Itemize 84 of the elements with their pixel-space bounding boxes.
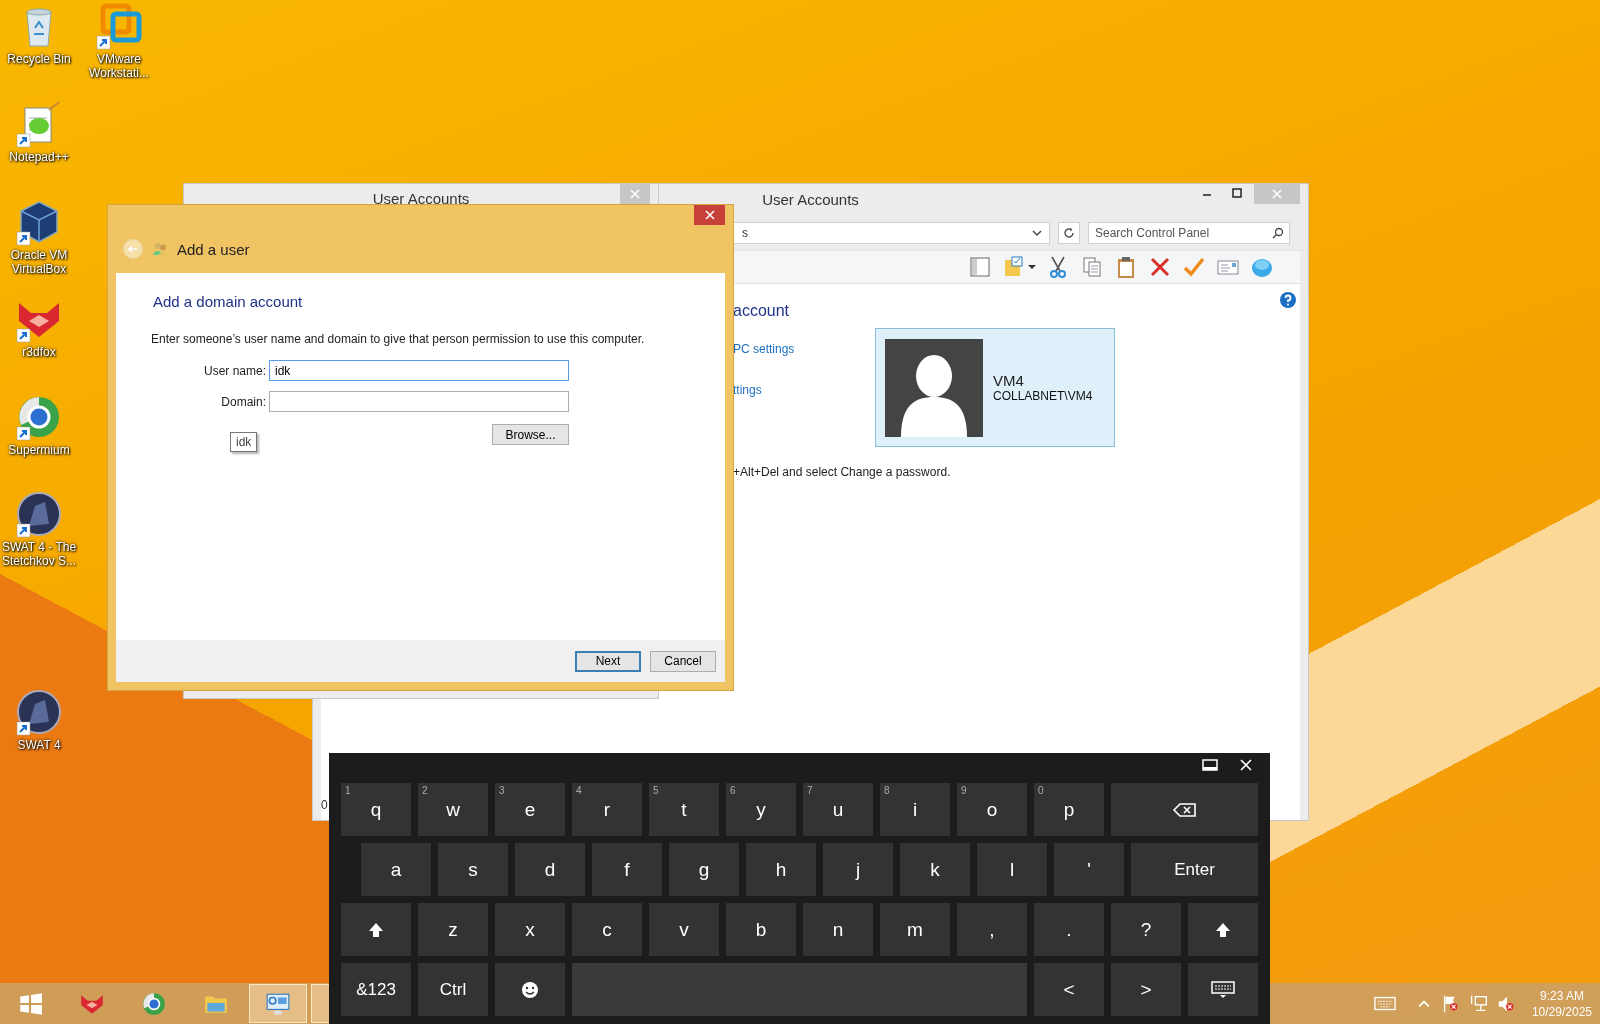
close-icon [704, 210, 715, 220]
key[interactable]: s [438, 843, 508, 896]
input-field[interactable] [269, 391, 569, 412]
dialog-title: Add a user [177, 240, 250, 258]
refresh-icon [1063, 227, 1075, 239]
key[interactable]: 9 o [957, 783, 1027, 836]
close-icon [630, 189, 640, 199]
dialog-description: Enter someone’s user name and domain to give that person permission to use this computer. [151, 332, 646, 346]
key[interactable]: . [1034, 903, 1104, 956]
keyboard-icon [1210, 979, 1236, 1000]
caret-icon[interactable] [1028, 263, 1036, 271]
key[interactable]: ? [1111, 903, 1181, 956]
key[interactable]: < [1034, 963, 1104, 1016]
key[interactable]: 4 r [572, 783, 642, 836]
key[interactable]: 8 i [880, 783, 950, 836]
search-icon[interactable] [1272, 227, 1284, 239]
chevron-icon [1417, 999, 1430, 1008]
key[interactable]: 2 w [418, 783, 488, 836]
settings-link[interactable]: ttings [733, 383, 875, 397]
account-domain: COLLABNET\VM4 [993, 389, 1093, 403]
vmware-icon[interactable] [95, 2, 143, 50]
key[interactable]: f [592, 843, 662, 896]
key[interactable]: &123 [341, 963, 411, 1016]
key[interactable]: z [418, 903, 488, 956]
dialog-button[interactable]: Next [575, 650, 641, 672]
field-label: Domain: [220, 394, 266, 409]
window-title: User Accounts [762, 191, 859, 207]
autocomplete-tooltip[interactable]: idk [230, 432, 258, 452]
input-field[interactable]: idk [269, 360, 569, 381]
windows-logo-icon [17, 990, 43, 1017]
dialog-heading: Add a domain account [153, 293, 304, 310]
back-arrow-icon [127, 243, 139, 255]
status-text: 0 [321, 798, 328, 812]
key[interactable]: Ctrl [418, 963, 488, 1016]
game-icon[interactable] [15, 688, 63, 736]
maximize-icon [1232, 188, 1242, 198]
key[interactable]: 6 y [726, 783, 796, 836]
key[interactable]: 5 t [649, 783, 719, 836]
shift-key[interactable] [341, 903, 411, 956]
browse-button[interactable]: Browse... [492, 424, 569, 445]
avatar-silhouette-icon [885, 338, 983, 437]
key[interactable]: k [900, 843, 970, 896]
close-button[interactable] [694, 205, 725, 225]
refresh-button[interactable] [1058, 222, 1080, 244]
close-icon [1272, 189, 1282, 199]
key[interactable]: , [957, 903, 1027, 956]
field-label: User name: [202, 363, 266, 378]
account-name: VM4 [993, 372, 1025, 389]
users-icon [151, 240, 169, 258]
browser-icon [141, 990, 167, 1017]
key[interactable]: a [361, 843, 431, 896]
key[interactable]: x [495, 903, 565, 956]
key[interactable]: n [803, 903, 873, 956]
show-hidden-icons-icon[interactable] [1417, 999, 1430, 1008]
key[interactable]: 1 q [341, 783, 411, 836]
search-field[interactable]: Search Control Panel [1088, 222, 1290, 244]
help-icon[interactable] [1280, 292, 1296, 308]
key[interactable]: m [880, 903, 950, 956]
dialog-button[interactable]: Cancel [650, 650, 716, 672]
key[interactable]: 3 e [495, 783, 565, 836]
settings-link[interactable]: PC settings [733, 342, 875, 356]
enter-key[interactable]: Enter [1131, 843, 1258, 896]
key[interactable]: v [649, 903, 719, 956]
key[interactable]: j [823, 843, 893, 896]
emoji-key[interactable] [495, 963, 565, 1016]
password-note: +Alt+Del and select Change a password. [732, 465, 952, 479]
key[interactable]: c [572, 903, 642, 956]
key[interactable]: d [515, 843, 585, 896]
account-card[interactable]: VM4 COLLABNET\VM4 [875, 328, 1115, 447]
key[interactable]: g [669, 843, 739, 896]
key[interactable]: b [726, 903, 796, 956]
key[interactable]: > [1111, 963, 1181, 1016]
taskbar-control-panel-icon[interactable] [249, 984, 307, 1023]
keyboard-layout-key[interactable] [1188, 963, 1258, 1016]
shift-key[interactable] [1188, 903, 1258, 956]
section-heading: account [733, 302, 791, 320]
key[interactable]: h [746, 843, 816, 896]
dropdown-icon[interactable] [1031, 227, 1043, 239]
key[interactable]: ' [1054, 843, 1124, 896]
key[interactable]: 7 u [803, 783, 873, 836]
window-title: User Accounts [372, 191, 470, 206]
key[interactable]: 0 p [1034, 783, 1104, 836]
key[interactable]: l [977, 843, 1047, 896]
game-icon[interactable] [15, 490, 63, 538]
